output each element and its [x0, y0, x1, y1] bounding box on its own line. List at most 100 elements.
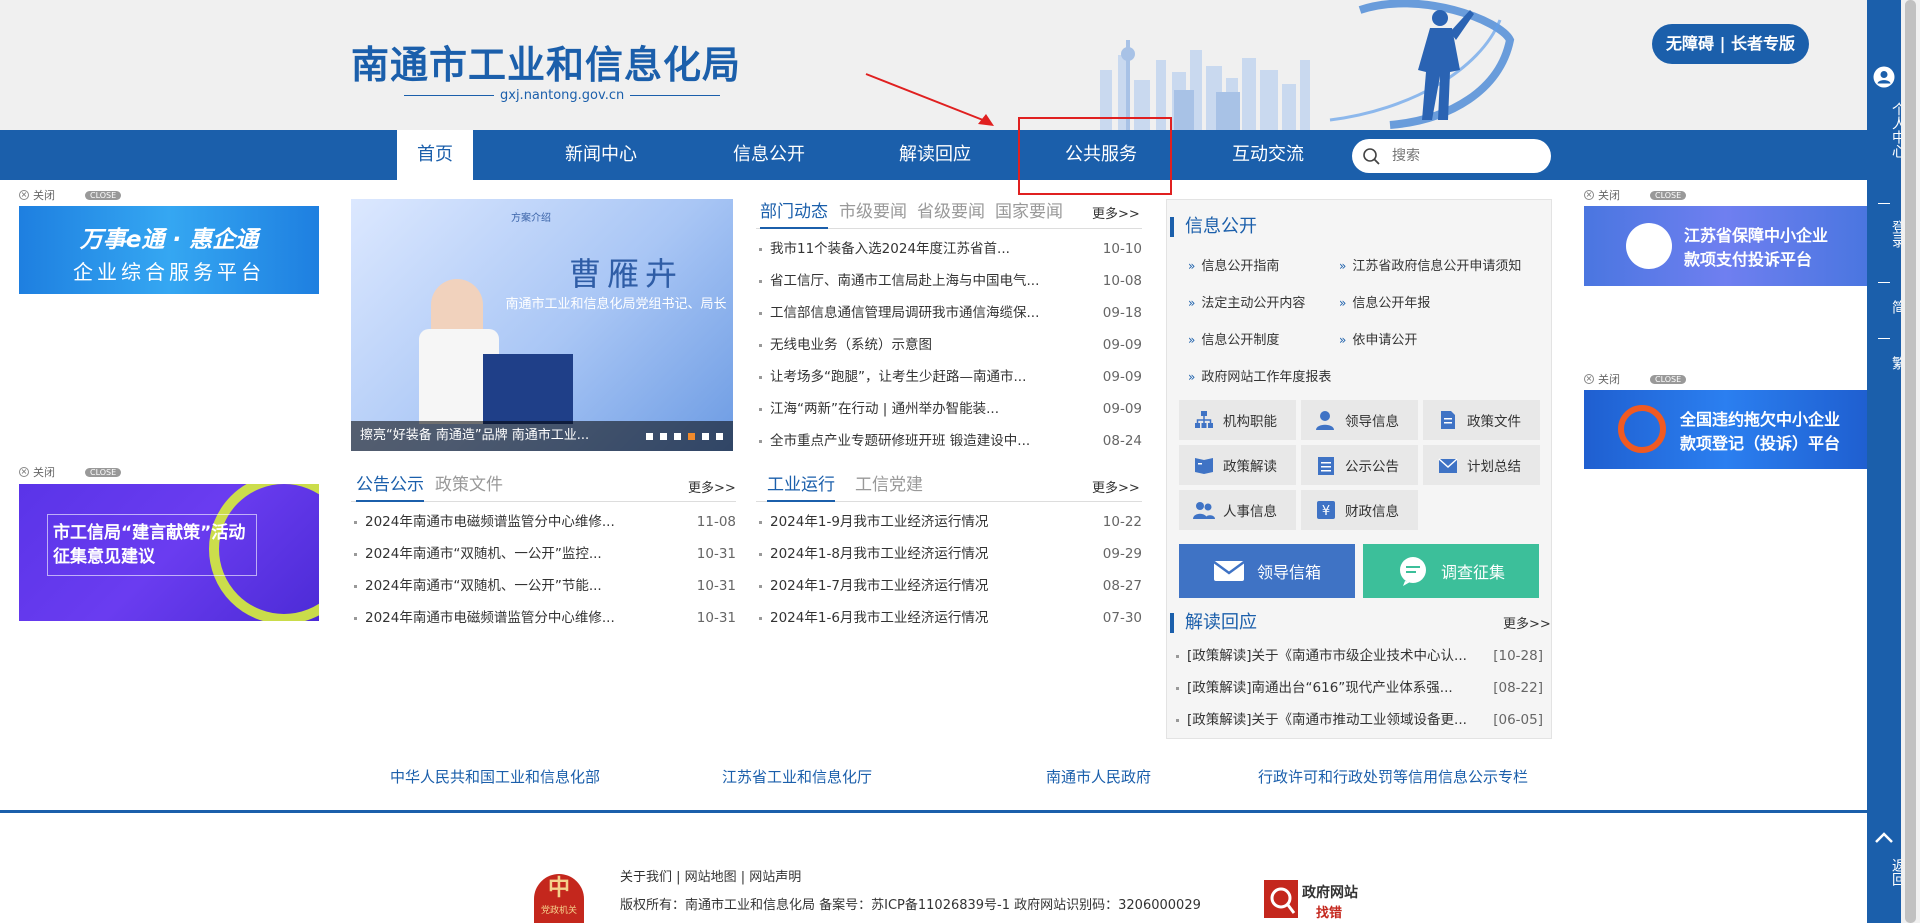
btn-personnel-info[interactable]: 人事信息	[1179, 490, 1296, 530]
info-link[interactable]: » 依申请公开	[1339, 329, 1417, 348]
btn-policy-interpretation[interactable]: 政策解读	[1179, 445, 1296, 485]
leader-mailbox-button[interactable]: 领导信箱	[1179, 544, 1355, 598]
carousel-dot-6[interactable]	[716, 433, 723, 440]
news-item[interactable]: 江海“两新”在行动 | 通州举办智能装... 09-09	[756, 393, 1142, 425]
link-jiangsu-industry[interactable]: 江苏省工业和信息化厅	[722, 766, 872, 787]
chevron-icon: »	[1188, 370, 1196, 384]
interpret-item[interactable]: [政策解读]南通出台“616”现代产业体系强... [08-22]	[1173, 672, 1543, 704]
page-scrollbar[interactable]	[1901, 0, 1920, 923]
info-link[interactable]: » 信息公开指南	[1188, 255, 1279, 274]
news-item[interactable]: 全市重点产业专题研修班开班 锻造建设中... 08-24	[756, 425, 1142, 457]
industry-more-link[interactable]: 更多>>	[1092, 477, 1140, 496]
nav-interaction[interactable]: 互动交流	[1217, 130, 1319, 180]
tab-department-news[interactable]: 部门动态	[760, 199, 828, 229]
tab-announcements[interactable]: 公告公示	[356, 472, 424, 502]
btn-finance-info[interactable]: ¥ 财政信息	[1301, 490, 1418, 530]
carousel-dot-1[interactable]	[646, 433, 653, 440]
nav-interpretation[interactable]: 解读回应	[884, 130, 986, 180]
news-item[interactable]: 工信部信息通信管理局调研我市通信海缆保... 09-18	[756, 297, 1142, 329]
info-link[interactable]: » 江苏省政府信息公开申请须知	[1339, 255, 1521, 274]
ad-sme-payment-complaint[interactable]: 江苏省保障中小企业 款项支付投诉平台	[1584, 206, 1867, 286]
info-link[interactable]: » 信息公开年报	[1339, 292, 1430, 311]
news-item[interactable]: 省工信厅、南通市工信局赴上海与中国电气... 10-08	[756, 265, 1142, 297]
industry-item[interactable]: 2024年1-9月我市工业经济运行情况 10-22	[756, 506, 1142, 538]
news-carousel[interactable]: 方案介绍 曹雁卉 南通市工业和信息化局党组书记、局长 擦亮“好装备 南通造”品牌…	[351, 199, 733, 451]
info-link[interactable]: » 信息公开制度	[1188, 329, 1279, 348]
news-item[interactable]: 我市11个装备入选2024年度江苏省首... 10-10	[756, 233, 1142, 265]
party-gov-badge[interactable]: 中 党政机关	[534, 874, 584, 923]
ad-close-right-top[interactable]: × 关闭 CLOSE	[1584, 187, 1687, 203]
search-input[interactable]	[1392, 145, 1542, 167]
chevron-icon: »	[1188, 333, 1196, 347]
news-item[interactable]: 让考场多“跑腿”，让考生少赶路—南通市... 09-09	[756, 361, 1142, 393]
chevron-up-icon[interactable]	[1874, 830, 1894, 844]
ad-enterprise-service[interactable]: 万事e通 · 惠企通 企业综合服务平台	[19, 206, 319, 294]
link-miit[interactable]: 中华人民共和国工业和信息化部	[390, 766, 600, 787]
link-nantong-government[interactable]: 南通市人民政府	[1046, 766, 1151, 787]
tab-industry-operation[interactable]: 工业运行	[767, 472, 835, 502]
carousel-dot-5[interactable]	[702, 433, 709, 440]
news-more-link[interactable]: 更多>>	[1092, 203, 1140, 222]
ad-arrears-registration[interactable]: 全国违约拖欠中小企业 款项登记（投诉）平台	[1584, 390, 1867, 469]
carousel-dot-2[interactable]	[660, 433, 667, 440]
industry-item[interactable]: 2024年1-8月我市工业经济运行情况 09-29	[756, 538, 1142, 570]
interpret-more-link[interactable]: 更多>>	[1503, 613, 1551, 632]
ad-suggestion-campaign[interactable]: 市工信局“建言献策”活动 征集意见建议	[19, 484, 319, 621]
user-center-icon[interactable]	[1873, 66, 1895, 88]
podium	[483, 354, 573, 424]
btn-plan-summary[interactable]: 计划总结	[1423, 445, 1540, 485]
carousel-dot-4[interactable]	[688, 433, 695, 440]
right-sidebar: 个人中心 登录 简 繁 返回	[1867, 0, 1906, 923]
interpret-item[interactable]: [政策解读]关于《南通市推动工业领域设备更... [06-05]	[1173, 704, 1543, 736]
scrollbar-thumb[interactable]	[1905, 0, 1916, 923]
close-label: 关闭	[33, 189, 55, 202]
notice-more-link[interactable]: 更多>>	[688, 477, 736, 496]
document-icon	[1441, 411, 1455, 429]
footer-about-links[interactable]: 关于我们 | 网站地图 | 网站声明	[620, 866, 801, 885]
nav-home[interactable]: 首页	[397, 130, 473, 180]
chevron-icon: »	[1188, 259, 1196, 273]
link-credit-info[interactable]: 行政许可和行政处罚等信用信息公示专栏	[1258, 766, 1528, 787]
industry-item[interactable]: 2024年1-7月我市工业经济运行情况 08-27	[756, 570, 1142, 602]
survey-button[interactable]: 调查征集	[1363, 544, 1539, 598]
website-error-finder[interactable]: 政府网站 找错	[1264, 878, 1364, 923]
ad-close-left-top[interactable]: × 关闭 CLOSE	[19, 187, 122, 203]
info-link[interactable]: » 法定主动公开内容	[1188, 292, 1305, 311]
close-tag: CLOSE	[85, 190, 122, 200]
main-nav: 首页 新闻中心 信息公开 解读回应 公共服务 互动交流	[0, 130, 1867, 180]
sidebar-separator	[1878, 282, 1890, 283]
btn-public-announcements[interactable]: 公示公告	[1301, 445, 1418, 485]
city-skyline-illustration	[1100, 0, 1515, 130]
info-link[interactable]: » 政府网站工作年度报表	[1188, 366, 1331, 385]
ad-close-left-bottom[interactable]: × 关闭 CLOSE	[19, 464, 122, 480]
tab-policy-documents[interactable]: 政策文件	[435, 472, 503, 502]
tab-national-news[interactable]: 国家要闻	[995, 199, 1063, 229]
tab-party-building[interactable]: 工信党建	[855, 472, 923, 502]
user-icon	[1316, 411, 1334, 430]
nav-news-center[interactable]: 新闻中心	[550, 130, 652, 180]
notice-item[interactable]: 2024年南通市电磁频谱监管分中心维修... 11-08	[351, 506, 736, 538]
carousel-dot-3[interactable]	[674, 433, 681, 440]
accessibility-button[interactable]: 无障碍 | 长者专版	[1652, 24, 1809, 64]
close-icon: ×	[19, 190, 29, 200]
ad-payment-line2: 款项支付投诉平台	[1684, 250, 1813, 269]
btn-institution-functions[interactable]: 机构职能	[1179, 400, 1296, 440]
nav-info-disclosure[interactable]: 信息公开	[718, 130, 820, 180]
tab-city-news[interactable]: 市级要闻	[839, 199, 907, 229]
news-list: 我市11个装备入选2024年度江苏省首... 10-10 省工信厅、南通市工信局赴…	[756, 233, 1142, 457]
site-title[interactable]: 南通市工业和信息化局	[351, 34, 741, 89]
tab-province-news[interactable]: 省级要闻	[917, 199, 985, 229]
news-item[interactable]: 无线电业务（系统）示意图 09-09	[756, 329, 1142, 361]
interpret-item[interactable]: [政策解读]关于《南通市市级企业技术中心认... [10-28]	[1173, 640, 1543, 672]
nav-public-service[interactable]: 公共服务	[1050, 130, 1152, 180]
btn-leadership-info[interactable]: 领导信息	[1301, 400, 1418, 440]
ad-arrears-line2: 款项登记（投诉）平台	[1680, 434, 1841, 453]
search-icon[interactable]	[1362, 147, 1382, 167]
ad-close-right-bottom[interactable]: × 关闭 CLOSE	[1584, 371, 1687, 387]
industry-item[interactable]: 2024年1-6月我市工业经济运行情况 07-30	[756, 602, 1142, 634]
btn-policy-documents[interactable]: 政策文件	[1423, 400, 1540, 440]
notice-item[interactable]: 2024年南通市“双随机、一公开”节能... 10-31	[351, 570, 736, 602]
notice-item[interactable]: 2024年南通市“双随机、一公开”监控... 10-31	[351, 538, 736, 570]
notice-item[interactable]: 2024年南通市电磁频谱监管分中心维修... 10-31	[351, 602, 736, 634]
emblem-icon	[1626, 223, 1672, 269]
